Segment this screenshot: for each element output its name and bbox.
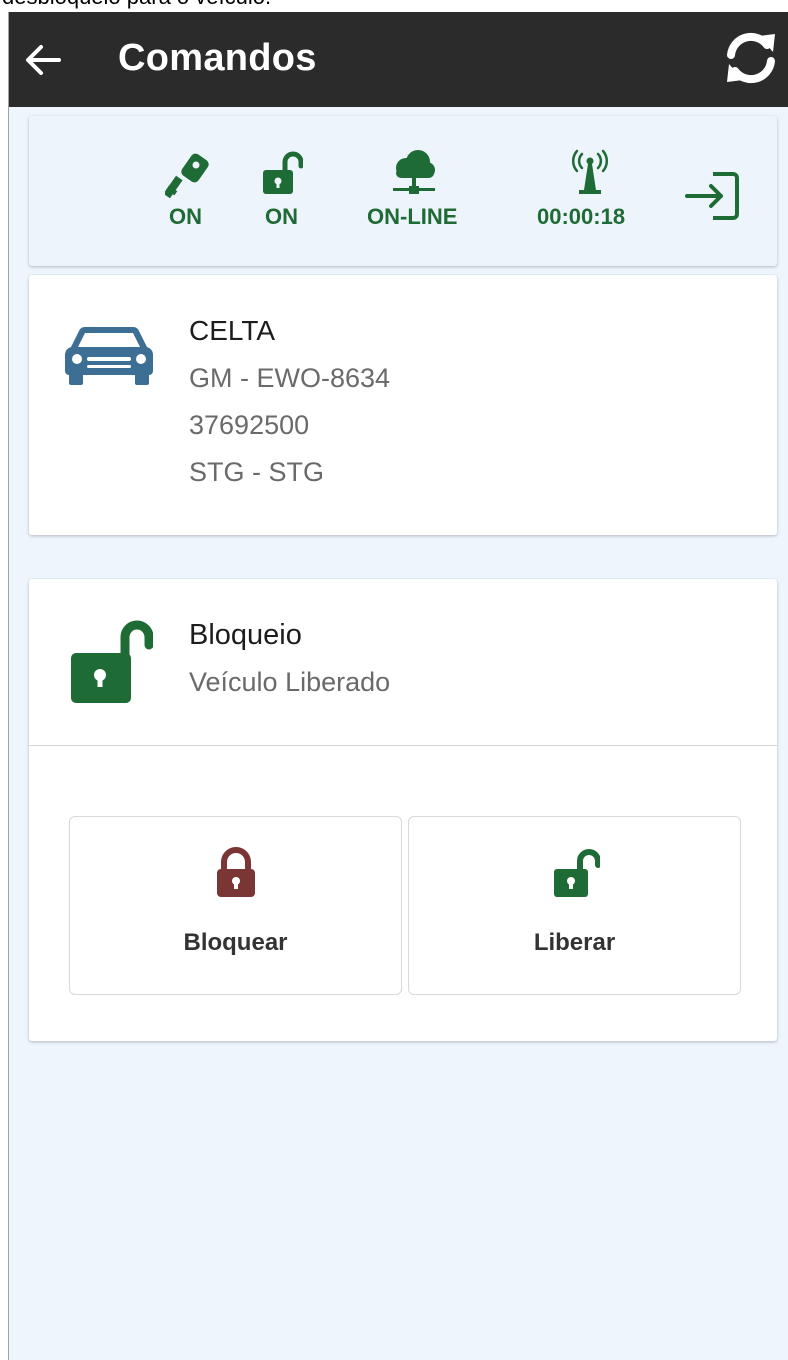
caption-text: desbloqueio para o veículo. bbox=[2, 0, 271, 10]
vehicle-plate: GM - EWO-8634 bbox=[189, 363, 391, 393]
block-button[interactable]: Bloquear bbox=[69, 816, 402, 995]
caption-strip: desbloqueio para o veículo. bbox=[0, 0, 788, 12]
divider bbox=[29, 745, 777, 746]
signal-timer-label: 00:00:18 bbox=[537, 204, 626, 229]
status-bar-card: ON ON ON-LINE 00:00:18 bbox=[29, 116, 777, 266]
arrow-left-icon[interactable] bbox=[23, 42, 63, 78]
refresh-icon[interactable] bbox=[721, 28, 781, 88]
lock-closed-icon bbox=[217, 847, 255, 897]
release-button[interactable]: Liberar bbox=[408, 816, 741, 995]
lock-open-icon bbox=[554, 849, 600, 897]
block-button-label: Bloquear bbox=[183, 929, 288, 956]
status-lock: ON bbox=[255, 116, 311, 266]
status-connection: ON-LINE bbox=[365, 116, 465, 266]
lock-open-icon bbox=[71, 620, 153, 703]
vehicle-group: STG - STG bbox=[189, 457, 324, 487]
block-command-card: Bloqueio Veículo Liberado Bloquear Liber… bbox=[29, 579, 777, 1041]
connection-label: ON-LINE bbox=[367, 204, 458, 229]
release-button-label: Liberar bbox=[533, 929, 616, 956]
page-title: Comandos bbox=[118, 37, 317, 79]
ignition-label: ON bbox=[169, 204, 202, 229]
block-status: Veículo Liberado bbox=[189, 667, 391, 697]
lock-open-icon bbox=[263, 151, 303, 194]
vehicle-card[interactable]: CELTA GM - EWO-8634 37692500 STG - STG bbox=[29, 275, 777, 535]
status-signal-timer: 00:00:18 bbox=[531, 116, 651, 266]
vehicle-id: 37692500 bbox=[189, 410, 310, 440]
cloud-network-icon bbox=[393, 150, 435, 194]
vehicle-name: CELTA bbox=[189, 315, 276, 346]
app-screen: Comandos ON ON ON-LINE 00:00:18 CELTA GM… bbox=[8, 12, 788, 1360]
sign-in-icon[interactable] bbox=[683, 170, 741, 222]
antenna-signal-icon bbox=[572, 149, 608, 194]
key-icon bbox=[165, 153, 209, 198]
car-icon bbox=[65, 326, 153, 385]
app-bar: Comandos bbox=[9, 12, 788, 107]
status-ignition: ON bbox=[159, 116, 215, 266]
block-title: Bloqueio bbox=[189, 619, 302, 651]
lock-label: ON bbox=[265, 204, 298, 229]
